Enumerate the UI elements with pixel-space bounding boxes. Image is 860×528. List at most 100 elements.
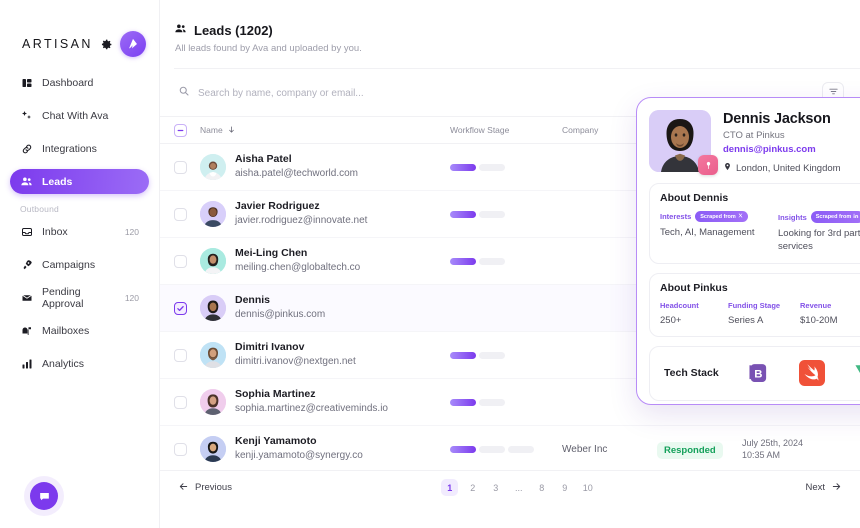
detail-header: Dennis Jackson CTO at Pinkus dennis@pink…: [649, 110, 860, 175]
progress-segment-empty: [479, 257, 505, 265]
about-person-card: About Dennis Interests Scraped from Tech…: [649, 183, 860, 264]
insights-label: Insights: [778, 212, 807, 222]
row-workflow-stage: [450, 445, 562, 453]
bar-chart-icon: [20, 357, 33, 370]
pagination: Previous 1 2 3 ... 8 9 10 Next: [160, 470, 860, 504]
row-select-cell: [174, 348, 200, 362]
select-all-cell: [174, 123, 200, 137]
about-person-title: About Dennis: [660, 192, 729, 204]
row-name-cell: Sophia Martinez sophia.martinez@creative…: [200, 388, 450, 416]
sidebar-item-inbox[interactable]: Inbox 120: [10, 219, 149, 244]
row-name-cell: Dimitri Ivanov dimitri.ivanov@nextgen.ne…: [200, 341, 450, 369]
progress-segment-empty: [479, 445, 505, 453]
row-workflow-stage: [450, 210, 562, 218]
link-icon: [20, 142, 33, 155]
sidebar-item-mailboxes[interactable]: Mailboxes: [10, 318, 149, 343]
row-checkbox[interactable]: [174, 348, 187, 362]
sidebar-item-pending-approval[interactable]: Pending Approval 120: [10, 285, 149, 310]
row-name: Dimitri Ivanov: [235, 341, 305, 354]
progress-segment-empty: [508, 445, 534, 453]
sidebar-item-dashboard[interactable]: Dashboard: [10, 70, 149, 95]
row-workflow-stage: [450, 351, 562, 359]
row-workflow-stage: [450, 257, 562, 265]
interests-label-row: Interests Scraped from: [660, 211, 764, 222]
map-pin-icon: [723, 162, 732, 174]
row-checkbox[interactable]: [174, 254, 187, 268]
previous-page-button[interactable]: Previous: [178, 481, 232, 495]
status-badge: Responded: [657, 441, 723, 459]
previous-page-label: Previous: [195, 482, 232, 493]
row-name-block: Dimitri Ivanov dimitri.ivanov@nextgen.ne…: [235, 341, 356, 369]
insights-label-row: Insights Scraped from: [778, 211, 860, 223]
page-number-3[interactable]: 3: [487, 479, 504, 496]
row-checkbox[interactable]: [174, 207, 187, 221]
page-number-8[interactable]: 8: [533, 479, 550, 496]
sidebar-item-label: Analytics: [42, 357, 85, 370]
scraped-from-linkedin-chip: Scraped from: [810, 211, 860, 223]
about-person-fields: Interests Scraped from Tech, AI, Managem…: [660, 211, 860, 254]
row-name: Aisha Patel: [235, 153, 292, 166]
row-select-cell: [174, 207, 200, 221]
about-company-fields: Headcount 250+ Funding Stage Series A Re…: [660, 301, 860, 328]
progress-bar: [450, 445, 562, 453]
row-name: Sophia Martinez: [235, 388, 316, 401]
sidebar-item-label: Chat With Ava: [42, 109, 109, 122]
sidebar-item-integrations[interactable]: Integrations: [10, 136, 149, 161]
page-number-10[interactable]: 10: [579, 479, 596, 496]
progress-bar: [450, 163, 562, 171]
sidebar-item-campaigns[interactable]: Campaigns: [10, 252, 149, 277]
row-checkbox[interactable]: [174, 442, 187, 456]
revenue-label: Revenue: [800, 300, 832, 310]
detail-role: CTO at Pinkus: [723, 130, 785, 141]
row-select-cell: [174, 254, 200, 268]
sidebar-section-outbound: Outbound: [20, 204, 59, 214]
row-name-block: Javier Rodriguez javier.rodriguez@innova…: [235, 200, 367, 228]
progress-bar: [450, 210, 562, 218]
avatar: [200, 389, 226, 415]
column-header-name[interactable]: Name: [200, 125, 450, 136]
brand-header: ARTISAN: [0, 0, 159, 62]
insights-value: Looking for 3rd party marketing services: [778, 228, 860, 252]
gear-icon[interactable]: [100, 38, 113, 51]
row-select-cell: [174, 301, 200, 315]
row-email: javier.rodriguez@innovate.net: [235, 215, 368, 227]
page-number-9[interactable]: 9: [556, 479, 573, 496]
select-all-checkbox[interactable]: [174, 123, 187, 137]
sidebar-item-chat-with-ava[interactable]: Chat With Ava: [10, 103, 149, 128]
progress-segment-filled: [450, 351, 476, 359]
row-name: Dennis: [235, 294, 271, 307]
sidebar-item-label: Dashboard: [42, 76, 94, 89]
next-page-button[interactable]: Next: [805, 481, 842, 495]
row-checkbox[interactable]: [174, 395, 187, 409]
row-name-cell: Mei-Ling Chen meiling.chen@globaltech.co: [200, 247, 450, 275]
row-checkbox-checked[interactable]: [174, 301, 187, 315]
page-title: Leads (1202): [174, 22, 860, 38]
page-number-list: 1 2 3 ... 8 9 10: [232, 479, 805, 496]
sidebar-item-analytics[interactable]: Analytics: [10, 351, 149, 376]
page-number-2[interactable]: 2: [464, 479, 481, 496]
row-select-cell: [174, 442, 200, 456]
page-number-1[interactable]: 1: [441, 479, 459, 496]
row-name: Mei-Ling Chen: [235, 247, 308, 260]
interests-field: Interests Scraped from Tech, AI, Managem…: [660, 211, 764, 254]
detail-name: Dennis Jackson: [723, 111, 831, 127]
artisan-logo-icon[interactable]: [119, 31, 146, 57]
row-name-block: Kenji Yamamoto kenji.yamamoto@synergy.co: [235, 435, 363, 463]
avatar: [200, 154, 226, 180]
row-time: 10:35 AM: [742, 450, 781, 460]
chip-text: Scraped from: [815, 214, 852, 220]
chat-bubble-icon[interactable]: [30, 482, 58, 510]
insights-field: Insights Scraped from Looking for 3rd pa…: [778, 211, 860, 254]
row-checkbox[interactable]: [174, 160, 187, 174]
table-row[interactable]: Kenji Yamamoto kenji.yamamoto@synergy.co…: [160, 426, 860, 473]
dashboard-icon: [20, 76, 33, 89]
column-header-workflow-stage[interactable]: Workflow Stage: [450, 125, 562, 135]
sidebar-item-label: Integrations: [42, 142, 97, 155]
linkedin-icon: [853, 213, 859, 221]
detail-email[interactable]: dennis@pinkus.com: [723, 144, 860, 155]
progress-segment-empty: [479, 398, 505, 406]
interests-label: Interests: [660, 212, 692, 221]
people-icon: [174, 22, 187, 38]
bootstrap-icon: B: [745, 360, 771, 386]
sidebar-item-leads[interactable]: Leads: [10, 169, 149, 194]
